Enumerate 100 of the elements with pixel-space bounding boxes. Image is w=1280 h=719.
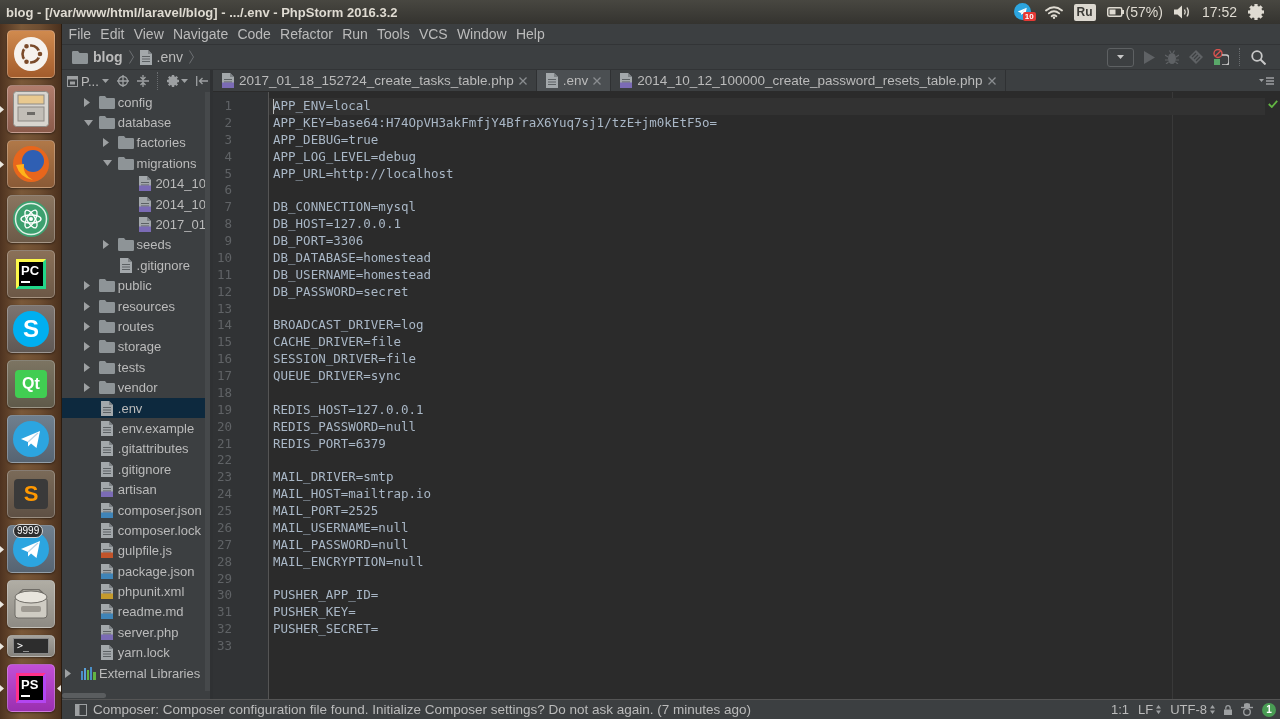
- tree-item[interactable]: readme.md: [62, 601, 205, 623]
- hide-panel-icon[interactable]: [195, 76, 208, 86]
- launcher-button[interactable]: [7, 140, 55, 188]
- launcher-button[interactable]: PS: [7, 664, 55, 712]
- indicator-triangle-icon: [0, 545, 4, 553]
- menu-item[interactable]: File: [64, 25, 96, 43]
- disclosure-arrow-icon[interactable]: [102, 160, 112, 167]
- tab-list-icon[interactable]: [1259, 76, 1274, 85]
- close-icon[interactable]: [987, 76, 996, 85]
- tree-item[interactable]: gulpfile.js: [62, 540, 205, 561]
- tree-item[interactable]: server.php: [62, 622, 205, 643]
- folder-icon: [118, 136, 135, 150]
- tree-item[interactable]: seeds: [62, 234, 205, 256]
- line-separator-selector[interactable]: LF: [1138, 702, 1162, 717]
- tree-item[interactable]: factories: [62, 132, 205, 154]
- tree-item[interactable]: vendor: [62, 377, 205, 398]
- collapse-all-icon[interactable]: [136, 75, 149, 87]
- menu-item[interactable]: Code: [232, 25, 276, 43]
- disclosure-arrow-icon[interactable]: [102, 240, 109, 250]
- tree-item[interactable]: .env.example: [62, 418, 205, 439]
- tree-item[interactable]: .gitignore: [62, 459, 205, 480]
- scrollbar-thumb[interactable]: [62, 692, 106, 698]
- menu-item[interactable]: Help: [511, 25, 550, 43]
- tree-item[interactable]: tests: [62, 357, 205, 378]
- tree-item[interactable]: resources: [62, 295, 205, 317]
- run-config-dropdown[interactable]: [1107, 47, 1134, 67]
- lock-icon[interactable]: [1224, 704, 1232, 715]
- disclosure-arrow-icon[interactable]: [83, 281, 90, 291]
- gear-icon[interactable]: [1248, 4, 1264, 20]
- gear-icon[interactable]: [166, 75, 179, 87]
- hat-head-icon[interactable]: [1241, 703, 1253, 716]
- tree-item[interactable]: phpunit.xml: [62, 581, 205, 602]
- launcher-button[interactable]: [7, 580, 55, 628]
- menu-item[interactable]: Tools: [372, 25, 415, 43]
- view-selector[interactable]: P...: [67, 73, 109, 89]
- scrollbar-track[interactable]: [205, 92, 210, 691]
- disclosure-arrow-icon[interactable]: [65, 668, 71, 678]
- tree-item[interactable]: routes: [62, 316, 205, 337]
- tree-item[interactable]: package.json: [62, 561, 205, 582]
- disclosure-arrow-icon[interactable]: [83, 97, 90, 107]
- caret-position[interactable]: 1:1: [1110, 702, 1129, 717]
- launcher-button[interactable]: PC: [7, 250, 55, 298]
- search-icon[interactable]: [1251, 49, 1266, 65]
- tree-item[interactable]: yarn.lock: [62, 642, 205, 663]
- crosshair-icon[interactable]: [116, 75, 129, 87]
- tree-item[interactable]: artisan: [62, 479, 205, 500]
- tree-item[interactable]: 2014_10: [62, 173, 205, 194]
- disclosure-arrow-icon[interactable]: [83, 301, 90, 311]
- editor-tab[interactable]: .env: [536, 70, 612, 91]
- tree-item[interactable]: .env: [62, 397, 205, 419]
- menu-item[interactable]: Edit: [95, 25, 130, 43]
- tree-item[interactable]: 2014_10: [62, 193, 205, 215]
- wifi-icon[interactable]: [1044, 5, 1063, 19]
- tree-item[interactable]: .gitattributes: [62, 438, 205, 460]
- menu-item[interactable]: View: [129, 25, 169, 43]
- app-logo: S: [14, 479, 48, 509]
- code-line: APP_LOG_LEVEL=debug: [272, 148, 417, 166]
- close-icon[interactable]: [593, 76, 602, 85]
- tree-item[interactable]: storage: [62, 336, 205, 358]
- disclosure-arrow-icon[interactable]: [83, 383, 90, 393]
- launcher-button[interactable]: [7, 415, 55, 463]
- launcher-button[interactable]: [7, 30, 55, 78]
- event-log-badge[interactable]: 1: [1262, 702, 1276, 717]
- launcher-button[interactable]: >_: [7, 635, 55, 657]
- menu-item[interactable]: Window: [452, 25, 512, 43]
- menu-item[interactable]: VCS: [414, 25, 453, 43]
- battery-percentage[interactable]: (57%): [1125, 4, 1163, 20]
- battery-icon[interactable]: [1106, 7, 1124, 17]
- menu-item[interactable]: Refactor: [275, 25, 338, 43]
- disclosure-arrow-icon[interactable]: [83, 322, 90, 331]
- launcher-button[interactable]: S: [7, 470, 55, 518]
- tree-item[interactable]: 2017_01: [62, 214, 205, 235]
- tree-item[interactable]: public: [62, 275, 205, 296]
- stop-plug-icon[interactable]: [1213, 49, 1229, 65]
- disclosure-arrow-icon[interactable]: [83, 342, 90, 352]
- tree-item[interactable]: External Libraries: [62, 662, 205, 684]
- close-icon[interactable]: [518, 76, 527, 85]
- tree-item[interactable]: migrations: [62, 153, 205, 174]
- menu-item[interactable]: Run: [337, 25, 373, 43]
- launcher-button[interactable]: 9999: [7, 525, 55, 573]
- launcher-button[interactable]: [7, 85, 55, 133]
- tree-item[interactable]: config: [62, 92, 205, 113]
- launcher-button[interactable]: [7, 195, 55, 243]
- disclosure-arrow-icon[interactable]: [83, 362, 90, 372]
- menu-item[interactable]: Navigate: [168, 25, 233, 43]
- tree-item[interactable]: database: [62, 112, 205, 133]
- breadcrumb[interactable]: .env: [137, 47, 185, 67]
- disclosure-arrow-icon[interactable]: [83, 119, 93, 126]
- tree-item[interactable]: composer.lock: [62, 520, 205, 541]
- keyboard-layout-indicator[interactable]: Ru: [1073, 3, 1096, 21]
- tree-item[interactable]: composer.json: [62, 499, 205, 521]
- disclosure-arrow-icon[interactable]: [102, 138, 109, 148]
- clock[interactable]: 17:52: [1201, 4, 1237, 20]
- tree-item[interactable]: .gitignore: [62, 255, 205, 276]
- caret-icon: [180, 79, 188, 83]
- encoding-selector[interactable]: UTF-8: [1170, 702, 1215, 717]
- app-logo: Qt: [15, 370, 47, 398]
- volume-icon[interactable]: [1173, 5, 1191, 19]
- panel-toggle-icon[interactable]: [75, 703, 87, 716]
- breadcrumb[interactable]: blog: [70, 47, 125, 67]
